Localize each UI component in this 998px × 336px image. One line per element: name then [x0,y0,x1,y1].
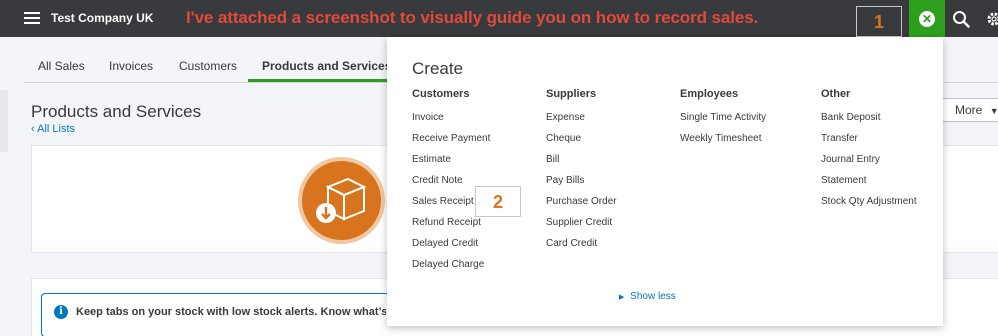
all-lists-link[interactable]: ‹ All Lists [31,123,75,135]
annotation-callout-2: 2 [475,186,521,217]
show-less-link[interactable]: ▶ Show less [619,291,676,302]
tab-products-and-services[interactable]: Products and Services [248,50,406,82]
create-statement[interactable]: Statement [821,175,917,196]
box-download-icon [298,157,385,244]
create-card-credit[interactable]: Card Credit [546,238,617,259]
tab-all-sales[interactable]: All Sales [24,50,99,82]
all-lists-label: All Lists [37,123,76,135]
column-heading-customers: Customers [412,88,470,100]
create-menu-panel: Create Customers Invoice Receive Payment… [387,37,943,326]
tab-invoices[interactable]: Invoices [95,50,167,82]
gear-icon[interactable] [985,10,998,28]
create-expense[interactable]: Expense [546,112,617,133]
menu-icon[interactable] [24,12,40,24]
company-name: Test Company UK [51,11,154,25]
create-receive-payment[interactable]: Receive Payment [412,133,490,154]
create-invoice[interactable]: Invoice [412,112,490,133]
create-pay-bills[interactable]: Pay Bills [546,175,617,196]
create-close-button[interactable]: ✕ [909,0,945,38]
create-column-employees: Employees Single Time Activity Weekly Ti… [680,88,766,154]
create-stock-qty-adjustment[interactable]: Stock Qty Adjustment [821,196,917,217]
annotation-caption: I've attached a screenshot to visually g… [186,8,759,27]
create-delayed-charge[interactable]: Delayed Charge [412,259,490,280]
column-heading-suppliers: Suppliers [546,88,597,100]
create-bill[interactable]: Bill [546,154,617,175]
create-column-suppliers: Suppliers Expense Cheque Bill Pay Bills … [546,88,617,259]
create-purchase-order[interactable]: Purchase Order [546,196,617,217]
create-column-other: Other Bank Deposit Transfer Journal Entr… [821,88,917,217]
more-label: More [955,103,983,117]
create-single-time-activity[interactable]: Single Time Activity [680,112,766,133]
close-icon: ✕ [919,11,935,27]
create-bank-deposit[interactable]: Bank Deposit [821,112,917,133]
top-bar: Test Company UK I've attached a screensh… [0,0,998,38]
create-supplier-credit[interactable]: Supplier Credit [546,217,617,238]
chevron-left-icon: ‹ [31,123,35,135]
page-title: Products and Services [31,102,202,121]
create-transfer[interactable]: Transfer [821,133,917,154]
column-heading-employees: Employees [680,88,739,100]
create-delayed-credit[interactable]: Delayed Credit [412,238,490,259]
low-stock-alert-text: Keep tabs on your stock with low stock a… [76,306,386,318]
more-button[interactable]: More ▼ [942,98,998,122]
create-journal-entry[interactable]: Journal Entry [821,154,917,175]
tab-customers[interactable]: Customers [165,50,251,82]
left-edge-panel [0,90,8,152]
create-title: Create [412,59,464,78]
create-refund-receipt[interactable]: Refund Receipt [412,217,490,238]
create-weekly-timesheet[interactable]: Weekly Timesheet [680,133,766,154]
create-estimate[interactable]: Estimate [412,154,490,175]
info-icon: i [54,305,68,319]
show-less-label: Show less [630,291,676,302]
annotation-callout-1: 1 [856,6,902,37]
caret-right-icon: ▶ [619,294,625,301]
create-column-customers: Customers Invoice Receive Payment Estima… [412,88,490,280]
caret-down-icon: ▼ [989,106,998,116]
column-heading-other: Other [821,88,851,100]
create-cheque[interactable]: Cheque [546,133,617,154]
search-icon[interactable] [952,10,970,28]
